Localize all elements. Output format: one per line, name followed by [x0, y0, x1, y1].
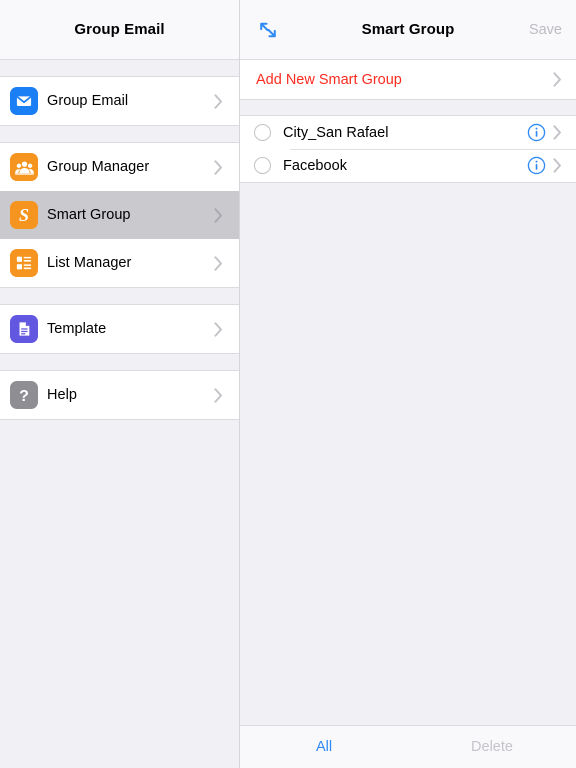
sidebar-item-label: Group Email — [47, 93, 129, 109]
sidebar: Group Email Group Email Group Manager S … — [0, 0, 240, 768]
info-circle-icon[interactable] — [527, 156, 546, 175]
chevron-right-icon — [214, 321, 223, 337]
sidebar-item-label: Smart Group — [47, 207, 131, 223]
envelope-icon — [10, 87, 38, 115]
chevron-right-icon — [553, 125, 562, 140]
toolbar-all-button[interactable]: All — [240, 739, 408, 755]
chevron-right-icon — [214, 93, 223, 109]
add-new-smart-group-row[interactable]: Add New Smart Group — [240, 60, 576, 99]
detail-title: Smart Group — [361, 21, 455, 38]
expand-diagonal-arrows-icon[interactable] — [254, 16, 282, 44]
list-item-label: City_San Rafael — [283, 124, 389, 141]
selection-radio[interactable] — [254, 124, 271, 141]
nav-spacer — [0, 126, 239, 142]
sidebar-item-label: Help — [47, 387, 78, 403]
list-item[interactable]: Facebook — [240, 149, 576, 182]
detail-panel: Smart Group Save Add New Smart Group Cit… — [240, 0, 576, 768]
smart-group-list: City_San Rafael Facebook — [240, 115, 576, 183]
add-new-smart-group-label: Add New Smart Group — [256, 71, 402, 88]
sidebar-item-label: Group Manager — [47, 159, 150, 175]
list-item[interactable]: City_San Rafael — [240, 116, 576, 149]
list-item-label: Facebook — [283, 157, 348, 174]
sidebar-title: Group Email — [74, 21, 165, 38]
document-icon — [10, 315, 38, 343]
app-root: Group Email Group Email Group Manager S … — [0, 0, 576, 768]
chevron-right-icon — [214, 159, 223, 175]
sidebar-item-group-email[interactable]: Group Email — [0, 77, 239, 125]
question-mark-icon: ? — [10, 381, 38, 409]
nav-group: Group Manager S Smart Group List Manager — [0, 142, 239, 288]
sidebar-item-label: List Manager — [47, 255, 132, 271]
info-circle-icon[interactable] — [527, 123, 546, 142]
chevron-right-icon — [553, 72, 562, 87]
sidebar-header: Group Email — [0, 0, 239, 60]
nav-spacer — [0, 288, 239, 304]
list-icon — [10, 249, 38, 277]
sidebar-item-list-manager[interactable]: List Manager — [0, 239, 239, 287]
svg-text:S: S — [19, 205, 29, 225]
nav-spacer — [0, 354, 239, 370]
nav-group: ? Help — [0, 370, 239, 420]
sidebar-item-group-manager[interactable]: Group Manager — [0, 143, 239, 191]
save-button[interactable]: Save — [529, 22, 562, 38]
toolbar-delete-button[interactable]: Delete — [408, 739, 576, 755]
sidebar-item-help[interactable]: ? Help — [0, 371, 239, 419]
sidebar-item-smart-group[interactable]: S Smart Group — [0, 191, 239, 239]
chevron-right-icon — [214, 207, 223, 223]
sidebar-nav-list: Group Email Group Manager S Smart Group … — [0, 60, 239, 768]
nav-group: Group Email — [0, 76, 239, 126]
detail-spacer — [240, 100, 576, 115]
sidebar-item-label: Template — [47, 321, 107, 337]
chevron-right-icon — [214, 255, 223, 271]
chevron-right-icon — [553, 158, 562, 173]
svg-text:?: ? — [19, 388, 29, 405]
nav-group: Template — [0, 304, 239, 354]
bottom-toolbar: All Delete — [240, 725, 576, 768]
sidebar-item-template[interactable]: Template — [0, 305, 239, 353]
detail-content: Add New Smart Group City_San Rafael Face… — [240, 60, 576, 725]
chevron-right-icon — [214, 387, 223, 403]
smart-s-icon: S — [10, 201, 38, 229]
nav-spacer — [0, 60, 239, 76]
detail-header: Smart Group Save — [240, 0, 576, 60]
add-group: Add New Smart Group — [240, 60, 576, 100]
selection-radio[interactable] — [254, 157, 271, 174]
people-group-icon — [10, 153, 38, 181]
